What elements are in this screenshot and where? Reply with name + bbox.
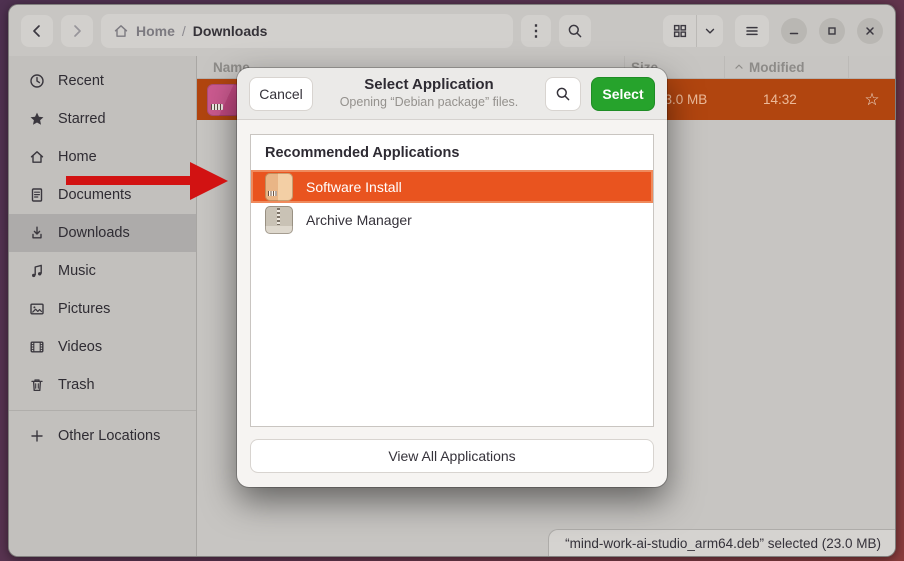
home-icon bbox=[29, 149, 45, 165]
file-size-cell: 23.0 MB bbox=[657, 92, 763, 107]
film-icon bbox=[29, 339, 45, 355]
sidebar-item-label: Downloads bbox=[58, 225, 130, 241]
software-install-icon bbox=[265, 173, 293, 201]
sidebar-item-label: Trash bbox=[58, 377, 95, 393]
app-name: Software Install bbox=[306, 179, 402, 195]
app-row-software-install[interactable]: Software Install bbox=[251, 170, 653, 203]
archive-manager-icon bbox=[265, 206, 293, 234]
sidebar-item-label: Starred bbox=[58, 111, 106, 127]
star-icon bbox=[29, 111, 45, 127]
view-toggle-group bbox=[663, 15, 723, 47]
column-header-modified[interactable]: Modified bbox=[725, 56, 849, 78]
picture-icon bbox=[29, 301, 45, 317]
sidebar-item-documents[interactable]: Documents bbox=[9, 176, 196, 214]
dialog-subtitle: Opening “Debian package” files. bbox=[323, 95, 535, 111]
sidebar-item-label: Home bbox=[58, 149, 97, 165]
dialog-content: Recommended Applications Software Instal… bbox=[237, 120, 667, 487]
titlebar: Home / Downloads ⋮ bbox=[9, 5, 895, 56]
sort-ascending-icon bbox=[733, 61, 745, 73]
search-icon bbox=[555, 86, 571, 102]
dialog-title-block: Select Application Opening “Debian packa… bbox=[323, 76, 535, 110]
document-icon bbox=[29, 187, 45, 203]
plus-icon bbox=[29, 428, 45, 444]
select-application-dialog: Cancel Select Application Opening “Debia… bbox=[237, 68, 667, 487]
view-options-button[interactable]: ⋮ bbox=[521, 15, 551, 47]
view-dropdown-button[interactable] bbox=[697, 15, 723, 47]
sidebar-item-label: Other Locations bbox=[58, 428, 160, 444]
view-all-applications-button[interactable]: View All Applications bbox=[250, 439, 654, 473]
minimize-button[interactable] bbox=[781, 18, 807, 44]
sidebar-item-trash[interactable]: Trash bbox=[9, 366, 196, 404]
kebab-icon: ⋮ bbox=[528, 21, 544, 41]
breadcrumb-separator: / bbox=[182, 23, 186, 39]
sidebar-item-pictures[interactable]: Pictures bbox=[9, 290, 196, 328]
sidebar-item-starred[interactable]: Starred bbox=[9, 100, 196, 138]
select-button[interactable]: Select bbox=[591, 77, 655, 111]
sidebar-item-videos[interactable]: Videos bbox=[9, 328, 196, 366]
trash-icon bbox=[29, 377, 45, 393]
main-menu-button[interactable] bbox=[735, 15, 769, 47]
sidebar-item-home[interactable]: Home bbox=[9, 138, 196, 176]
status-text: “mind-work-ai-studio_arm64.deb” selected… bbox=[565, 536, 881, 551]
dialog-title: Select Application bbox=[323, 76, 535, 95]
sidebar: Recent Starred Home Documents bbox=[9, 56, 197, 556]
sidebar-item-label: Videos bbox=[58, 339, 102, 355]
breadcrumb-current: Downloads bbox=[193, 23, 268, 39]
breadcrumb[interactable]: Home / Downloads bbox=[101, 14, 513, 48]
sidebar-item-other-locations[interactable]: Other Locations bbox=[9, 417, 196, 455]
column-header-star bbox=[849, 56, 895, 78]
maximize-button[interactable] bbox=[819, 18, 845, 44]
deb-package-icon bbox=[207, 84, 241, 116]
dialog-header: Cancel Select Application Opening “Debia… bbox=[237, 68, 667, 120]
forward-button[interactable] bbox=[61, 15, 93, 47]
breadcrumb-home-label: Home bbox=[136, 23, 175, 39]
sidebar-separator bbox=[9, 410, 196, 411]
cancel-button[interactable]: Cancel bbox=[249, 77, 313, 111]
file-modified-cell: 14:32 bbox=[763, 92, 849, 107]
close-button[interactable] bbox=[857, 18, 883, 44]
sidebar-item-label: Documents bbox=[58, 187, 131, 203]
sidebar-item-recent[interactable]: Recent bbox=[9, 62, 196, 100]
grid-view-icon bbox=[672, 23, 688, 39]
dialog-search-button[interactable] bbox=[545, 77, 581, 111]
home-icon bbox=[113, 23, 129, 39]
section-title: Recommended Applications bbox=[251, 135, 653, 170]
breadcrumb-home[interactable]: Home bbox=[113, 23, 175, 39]
maximize-icon bbox=[826, 25, 838, 37]
app-row-archive-manager[interactable]: Archive Manager bbox=[251, 203, 653, 236]
download-icon bbox=[29, 225, 45, 241]
minimize-icon bbox=[788, 25, 800, 37]
sidebar-item-downloads[interactable]: Downloads bbox=[9, 214, 196, 252]
sidebar-item-music[interactable]: Music bbox=[9, 252, 196, 290]
music-note-icon bbox=[29, 263, 45, 279]
close-icon bbox=[864, 25, 876, 37]
search-icon bbox=[567, 23, 583, 39]
back-button[interactable] bbox=[21, 15, 53, 47]
sidebar-item-label: Pictures bbox=[58, 301, 110, 317]
status-bar: “mind-work-ai-studio_arm64.deb” selected… bbox=[548, 529, 895, 556]
star-toggle[interactable]: ☆ bbox=[849, 90, 895, 110]
clock-icon bbox=[29, 73, 45, 89]
sidebar-item-label: Recent bbox=[58, 73, 104, 89]
sidebar-item-label: Music bbox=[58, 263, 96, 279]
app-name: Archive Manager bbox=[306, 212, 412, 228]
application-list: Recommended Applications Software Instal… bbox=[250, 134, 654, 427]
hamburger-icon bbox=[744, 23, 760, 39]
search-button[interactable] bbox=[559, 15, 591, 47]
grid-view-button[interactable] bbox=[663, 15, 697, 47]
chevron-right-icon bbox=[69, 23, 85, 39]
star-outline-icon: ☆ bbox=[864, 90, 879, 110]
chevron-down-icon bbox=[703, 24, 717, 38]
chevron-left-icon bbox=[29, 23, 45, 39]
